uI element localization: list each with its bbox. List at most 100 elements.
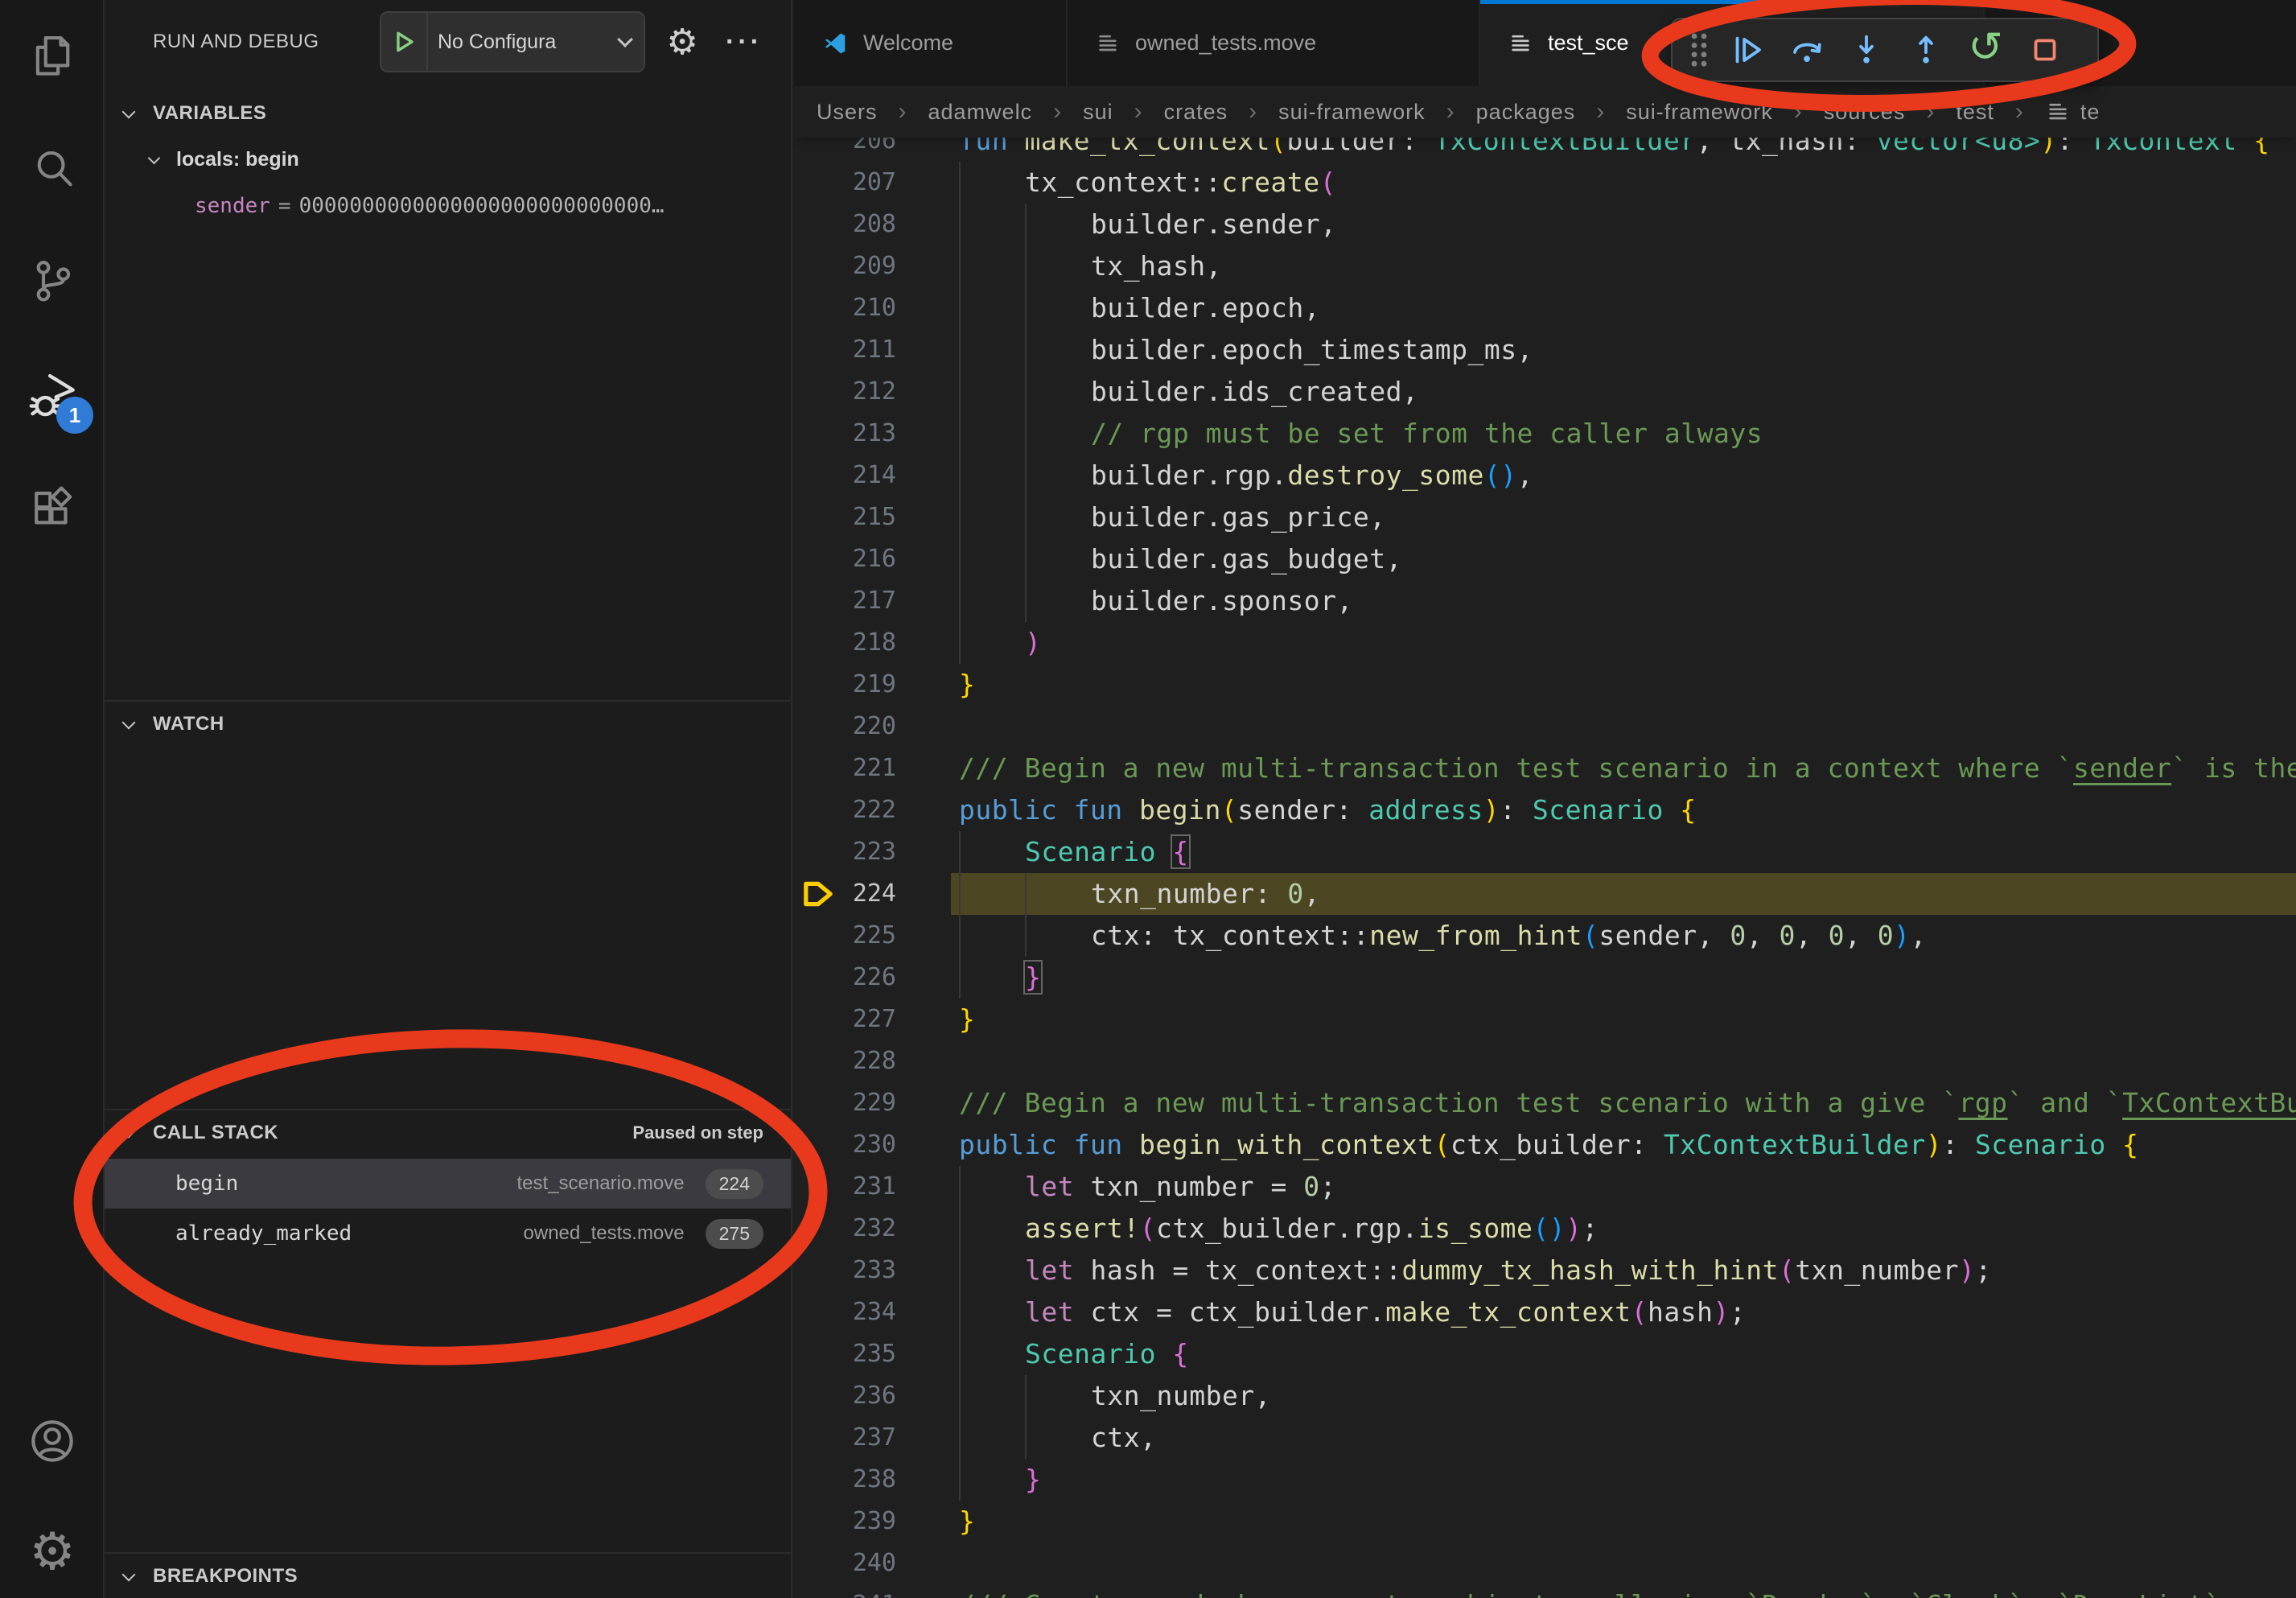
breadcrumb-item[interactable]: packages — [1476, 100, 1576, 125]
code-line-219[interactable]: 219} — [794, 664, 2296, 706]
code-line-211[interactable]: 211builder.epoch_timestamp_ms, — [794, 329, 2296, 371]
source-control-icon[interactable] — [0, 233, 105, 328]
variable-row[interactable]: sender=0000000000000000000000000000… — [105, 183, 791, 229]
gutter[interactable]: 230 — [794, 1124, 959, 1166]
watch-section-header[interactable]: WATCH — [105, 700, 791, 747]
gutter[interactable]: 229 — [794, 1082, 959, 1124]
breadcrumb-item[interactable]: test — [1956, 100, 1994, 125]
code-line-225[interactable]: 225ctx: tx_context::new_from_hint(sender… — [794, 915, 2296, 957]
gutter[interactable]: 222 — [794, 789, 959, 831]
code-line-230[interactable]: 230public fun begin_with_context(ctx_bui… — [794, 1124, 2296, 1166]
breakpoints-section-header[interactable]: BREAKPOINTS — [105, 1552, 791, 1598]
gutter[interactable]: 209 — [794, 245, 959, 287]
gutter[interactable]: 227 — [794, 999, 959, 1040]
code-line-227[interactable]: 227} — [794, 999, 2296, 1040]
run-and-debug-icon[interactable]: 1 — [0, 350, 105, 445]
extensions-icon[interactable] — [0, 463, 105, 558]
code-line-238[interactable]: 238} — [794, 1459, 2296, 1501]
gutter[interactable]: 213 — [794, 413, 959, 455]
launch-configuration-dropdown[interactable]: No Configura — [380, 11, 645, 72]
breadcrumb-item[interactable]: adamwelc — [928, 100, 1033, 125]
code-line-216[interactable]: 216builder.gas_budget, — [794, 538, 2296, 580]
code-line-231[interactable]: 231let txn_number = 0; — [794, 1166, 2296, 1208]
gutter[interactable]: 235 — [794, 1333, 959, 1375]
gutter[interactable]: 234 — [794, 1291, 959, 1333]
gutter[interactable]: 241 — [794, 1584, 959, 1598]
code-line-235[interactable]: 235Scenario { — [794, 1333, 2296, 1375]
gutter[interactable]: 215 — [794, 496, 959, 538]
step-into-button[interactable] — [1837, 21, 1896, 79]
gutter[interactable]: 236 — [794, 1375, 959, 1417]
toolbar-drag-handle-icon[interactable] — [1681, 19, 1718, 80]
gutter[interactable]: 237 — [794, 1417, 959, 1459]
code-line-232[interactable]: 232assert!(ctx_builder.rgp.is_some()); — [794, 1208, 2296, 1250]
restart-button[interactable]: ↺ — [1956, 21, 2015, 79]
stop-button[interactable] — [2015, 21, 2075, 79]
code-line-239[interactable]: 239} — [794, 1501, 2296, 1542]
gutter[interactable]: 210 — [794, 287, 959, 329]
gutter[interactable]: 223 — [794, 831, 959, 873]
gutter[interactable]: 211 — [794, 329, 959, 371]
call-stack-frame-begin[interactable]: begintest_scenario.move224 — [105, 1159, 791, 1209]
gutter[interactable]: 216 — [794, 538, 959, 580]
more-actions-icon[interactable]: ··· — [716, 0, 772, 84]
gutter[interactable]: 231 — [794, 1166, 959, 1208]
gutter[interactable]: 238 — [794, 1459, 959, 1501]
explorer-icon[interactable] — [0, 8, 105, 103]
code-line-208[interactable]: 208builder.sender, — [794, 204, 2296, 245]
code-line-237[interactable]: 237ctx, — [794, 1417, 2296, 1459]
gutter[interactable]: 214 — [794, 455, 959, 496]
gutter[interactable]: 219 — [794, 664, 959, 706]
gutter[interactable]: 240 — [794, 1542, 959, 1584]
continue-button[interactable] — [1718, 21, 1777, 79]
gutter[interactable]: 225 — [794, 915, 959, 957]
step-over-button[interactable] — [1777, 21, 1837, 79]
code-line-217[interactable]: 217builder.sponsor, — [794, 580, 2296, 622]
gutter[interactable]: 239 — [794, 1501, 959, 1542]
call-stack-section-header[interactable]: CALL STACK Paused on step — [105, 1109, 791, 1155]
gutter[interactable]: 232 — [794, 1208, 959, 1250]
tab-owned-tests-move[interactable]: owned_tests.move — [1068, 0, 1480, 86]
code-line-218[interactable]: 218) — [794, 622, 2296, 664]
account-icon[interactable] — [0, 1394, 105, 1489]
gutter[interactable]: 220 — [794, 706, 959, 748]
code-line-222[interactable]: 222public fun begin(sender: address): Sc… — [794, 789, 2296, 831]
code-line-213[interactable]: 213// rgp must be set from the caller al… — [794, 413, 2296, 455]
code-line-210[interactable]: 210builder.epoch, — [794, 287, 2296, 329]
code-line-221[interactable]: 221/// Begin a new multi-transaction tes… — [794, 748, 2296, 789]
code-line-228[interactable]: 228 — [794, 1040, 2296, 1082]
step-out-button[interactable] — [1896, 21, 1956, 79]
breadcrumb-item[interactable]: Users — [817, 100, 878, 125]
settings-gear-icon[interactable]: ⚙ — [0, 1505, 105, 1598]
variables-scope-row[interactable]: locals: begin — [105, 137, 791, 182]
breadcrumb-item[interactable]: sui-framework — [1278, 100, 1426, 125]
variables-section-header[interactable]: VARIABLES — [105, 90, 791, 137]
code-line-207[interactable]: 207tx_context::create( — [794, 162, 2296, 204]
code-line-241[interactable]: 241/// Creates and shares system objects… — [794, 1584, 2296, 1598]
code-line-234[interactable]: 234let ctx = ctx_builder.make_tx_context… — [794, 1291, 2296, 1333]
gutter[interactable]: 224 — [794, 873, 959, 915]
search-icon[interactable] — [0, 121, 105, 216]
code-line-229[interactable]: 229/// Begin a new multi-transaction tes… — [794, 1082, 2296, 1124]
gutter[interactable]: 228 — [794, 1040, 959, 1082]
gutter[interactable]: 217 — [794, 580, 959, 622]
gutter[interactable]: 207 — [794, 162, 959, 204]
code-line-215[interactable]: 215builder.gas_price, — [794, 496, 2296, 538]
code-line-226[interactable]: 226} — [794, 957, 2296, 999]
breadcrumb-item[interactable]: sources — [1824, 100, 1906, 125]
gutter[interactable]: 221 — [794, 748, 959, 789]
code-line-220[interactable]: 220 — [794, 706, 2296, 748]
breadcrumb-item[interactable]: sui-framework — [1626, 100, 1773, 125]
breadcrumb-file-item[interactable]: te — [2045, 99, 2101, 125]
debug-settings-gear-icon[interactable]: ⚙ — [660, 0, 705, 84]
code-line-240[interactable]: 240 — [794, 1542, 2296, 1584]
gutter[interactable]: 226 — [794, 957, 959, 999]
code-line-209[interactable]: 209tx_hash, — [794, 245, 2296, 287]
code-line-223[interactable]: 223Scenario { — [794, 831, 2296, 873]
breadcrumb-item[interactable]: sui — [1083, 100, 1113, 125]
code-area[interactable]: 206fun make_tx_context(builder: TxContex… — [794, 120, 2296, 1598]
call-stack-frame-already_marked[interactable]: already_markedowned_tests.move275 — [105, 1209, 791, 1258]
gutter[interactable]: 233 — [794, 1250, 959, 1291]
breadcrumb-item[interactable]: crates — [1164, 100, 1228, 125]
code-line-236[interactable]: 236txn_number, — [794, 1375, 2296, 1417]
